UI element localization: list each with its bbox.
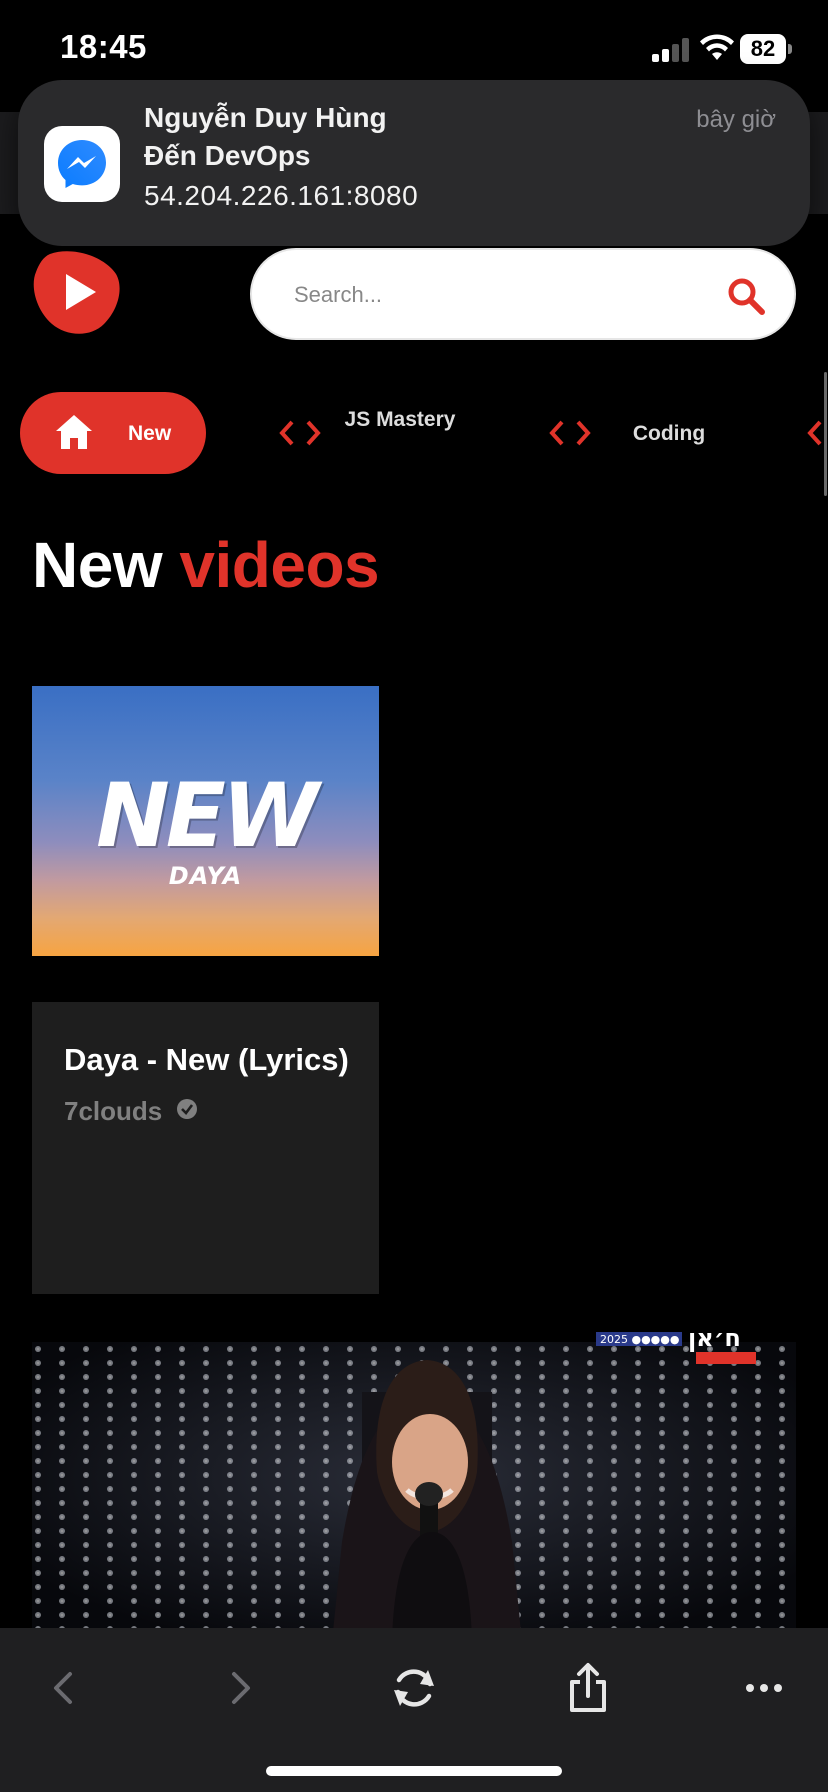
page-title-part: New — [32, 529, 163, 601]
category-new[interactable]: New — [20, 392, 206, 474]
code-icon — [279, 420, 321, 446]
search-icon[interactable] — [726, 276, 766, 316]
category-label: New — [128, 422, 172, 445]
notification-body: 54.204.226.161:8080 — [144, 180, 419, 211]
battery-icon: 82 — [740, 34, 792, 64]
verified-icon — [177, 1099, 197, 1119]
video-title[interactable]: Daya - New (Lyrics) — [64, 1042, 349, 1078]
wifi-icon — [700, 34, 734, 60]
share-icon[interactable] — [558, 1658, 618, 1718]
home-indicator[interactable] — [266, 1766, 562, 1776]
notification-time: bây giờ — [696, 106, 776, 133]
browser-page: 18:45 82 Nguyễn Duy Hùng Đến DevOps 54.2… — [0, 0, 828, 1792]
battery-level: 82 — [750, 36, 776, 61]
category-label: JS Mastery — [344, 408, 456, 431]
category-bar: New JS Mastery Coding — [0, 392, 828, 476]
thumbnail-subtext: DAYA — [168, 862, 243, 890]
svg-text:2025 ●●●●●: 2025 ●●●●● — [600, 1333, 679, 1346]
chevron-left-icon[interactable] — [34, 1658, 94, 1718]
svg-text:ח׳אן: ח׳אן — [688, 1324, 741, 1352]
performer-image — [32, 1342, 796, 1642]
notification-subtitle: Đến DevOps — [144, 140, 311, 171]
search-bar — [250, 248, 796, 340]
notification-title: Nguyễn Duy Hùng — [144, 102, 387, 133]
channel-name[interactable]: 7clouds — [64, 1096, 162, 1127]
home-icon — [56, 415, 92, 449]
search-input[interactable] — [294, 272, 694, 318]
status-time: 18:45 — [60, 28, 147, 65]
play-logo-icon[interactable] — [32, 248, 120, 336]
cellular-signal-icon — [652, 38, 690, 62]
scrollbar[interactable] — [824, 372, 827, 496]
category-coding[interactable]: Coding — [548, 392, 728, 474]
notification-banner[interactable]: Nguyễn Duy Hùng Đến DevOps 54.204.226.16… — [18, 80, 810, 246]
page-title-accent: videos — [179, 529, 380, 601]
messenger-icon — [44, 126, 120, 202]
video-card-info[interactable]: Daya - New (Lyrics) 7clouds — [32, 1002, 379, 1294]
category-js-mastery[interactable]: JS Mastery — [278, 392, 478, 474]
page-title: New videos — [32, 528, 380, 602]
video-thumbnail[interactable] — [32, 1342, 796, 1642]
channel-watermark: 2025 ●●●●● ח׳אן — [596, 1324, 756, 1364]
chevron-right-icon[interactable] — [210, 1658, 270, 1718]
more-icon[interactable] — [734, 1658, 794, 1718]
reload-icon[interactable] — [384, 1658, 444, 1718]
category-label: Coding — [632, 422, 706, 445]
code-icon — [549, 420, 591, 446]
video-thumbnail[interactable]: NEW DAYA — [32, 686, 379, 956]
thumbnail-text: NEW — [96, 764, 319, 867]
